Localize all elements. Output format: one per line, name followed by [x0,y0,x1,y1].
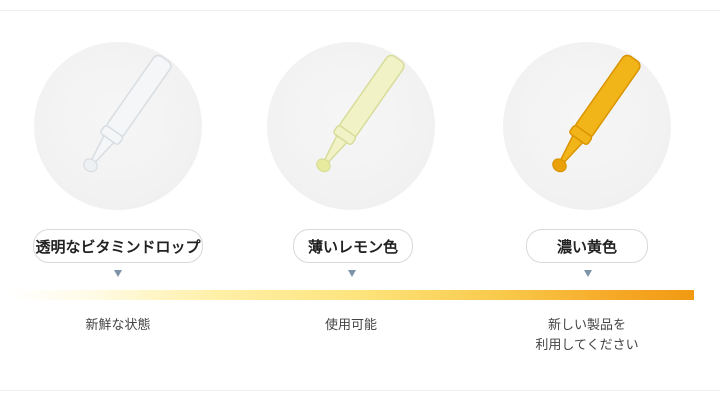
dropper-icon [552,54,641,173]
caption-line: 使用可能 [324,318,377,333]
stage-marker-arrow [114,270,122,277]
dropper-icon [316,54,405,173]
stage-clear: 透明なビタミンドロップ 新鮮な状態 [28,0,208,405]
dropper-image-dark-yellow [503,42,671,210]
stage-label-pill: 薄いレモン色 [293,229,413,263]
color-gradient-bar [10,290,694,300]
stage-caption: 使用可能 [261,316,441,336]
caption-line: 新しい製品を [547,318,626,333]
stage-marker-arrow [584,270,592,277]
stage-caption: 新鮮な状態 [28,316,208,336]
dropper-image-clear [34,42,202,210]
stage-caption: 新しい製品を 利用してください [497,316,677,356]
stage-marker-arrow [348,270,356,277]
stage-dark-yellow: 濃い黄色 新しい製品を 利用してください [497,0,677,405]
dropper-icon [83,54,172,173]
stage-lemon: 薄いレモン色 使用可能 [261,0,441,405]
stage-label-pill: 濃い黄色 [526,229,648,263]
dropper-image-lemon [267,42,435,210]
stage-label-pill: 透明なビタミンドロップ [33,229,203,263]
caption-line: 新鮮な状態 [85,318,151,333]
caption-line: 利用してください [535,338,639,353]
bottom-divider [0,390,720,391]
